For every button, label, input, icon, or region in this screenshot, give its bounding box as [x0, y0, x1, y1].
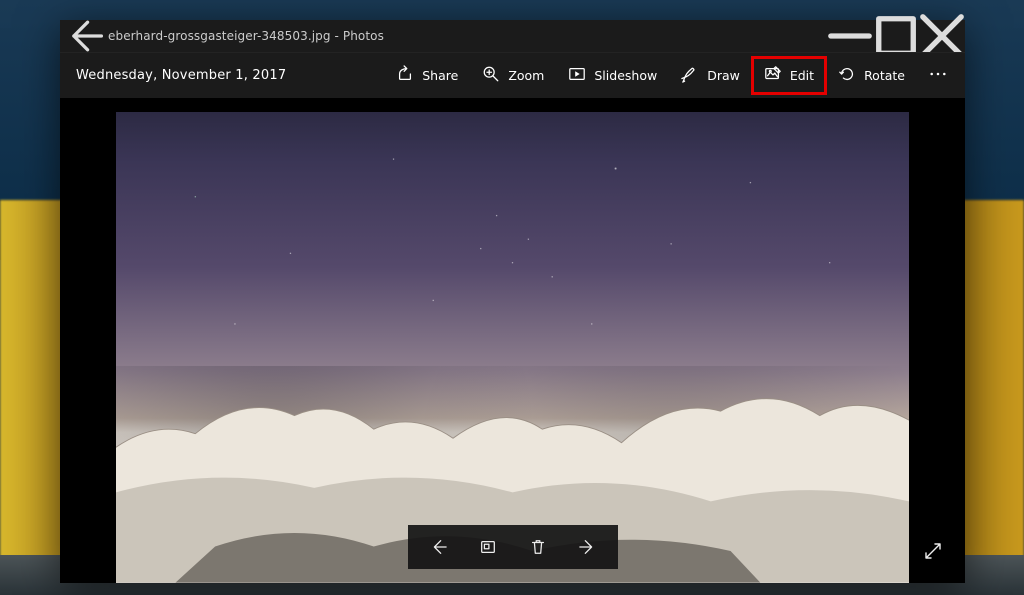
slideshow-icon — [568, 65, 586, 86]
close-button[interactable] — [919, 20, 965, 52]
draw-label: Draw — [707, 68, 740, 83]
maximize-button[interactable] — [873, 20, 919, 52]
date-label: Wednesday, November 1, 2017 — [76, 68, 382, 83]
add-to-creation-button[interactable] — [464, 525, 512, 569]
share-label: Share — [422, 68, 458, 83]
slideshow-button[interactable]: Slideshow — [558, 59, 667, 92]
rotate-icon — [838, 65, 856, 86]
edit-icon — [764, 65, 782, 86]
photos-app-window: eberhard-grossgasteiger-348503.jpg - Pho… — [60, 20, 965, 583]
next-button[interactable] — [564, 525, 612, 569]
back-button[interactable] — [60, 20, 106, 52]
zoom-label: Zoom — [508, 68, 544, 83]
titlebar: eberhard-grossgasteiger-348503.jpg - Pho… — [60, 20, 965, 52]
previous-button[interactable] — [414, 525, 462, 569]
slideshow-label: Slideshow — [594, 68, 657, 83]
more-icon — [929, 65, 947, 86]
draw-icon — [681, 65, 699, 86]
zoom-icon — [482, 65, 500, 86]
edit-button[interactable]: Edit — [754, 59, 824, 92]
minimize-button[interactable] — [827, 20, 873, 52]
share-button[interactable]: Share — [386, 59, 468, 92]
fullscreen-button[interactable] — [915, 533, 951, 569]
delete-button[interactable] — [514, 525, 562, 569]
window-title: eberhard-grossgasteiger-348503.jpg - Pho… — [106, 29, 827, 43]
edit-label: Edit — [790, 68, 814, 83]
share-icon — [396, 65, 414, 86]
image-viewport — [60, 98, 965, 583]
rotate-label: Rotate — [864, 68, 905, 83]
displayed-image — [116, 112, 909, 583]
toolbar: Wednesday, November 1, 2017 Share Zoom S… — [60, 52, 965, 98]
bottom-action-bar — [408, 525, 618, 569]
more-button[interactable] — [919, 59, 949, 92]
draw-button[interactable]: Draw — [671, 59, 750, 92]
rotate-button[interactable]: Rotate — [828, 59, 915, 92]
zoom-button[interactable]: Zoom — [472, 59, 554, 92]
